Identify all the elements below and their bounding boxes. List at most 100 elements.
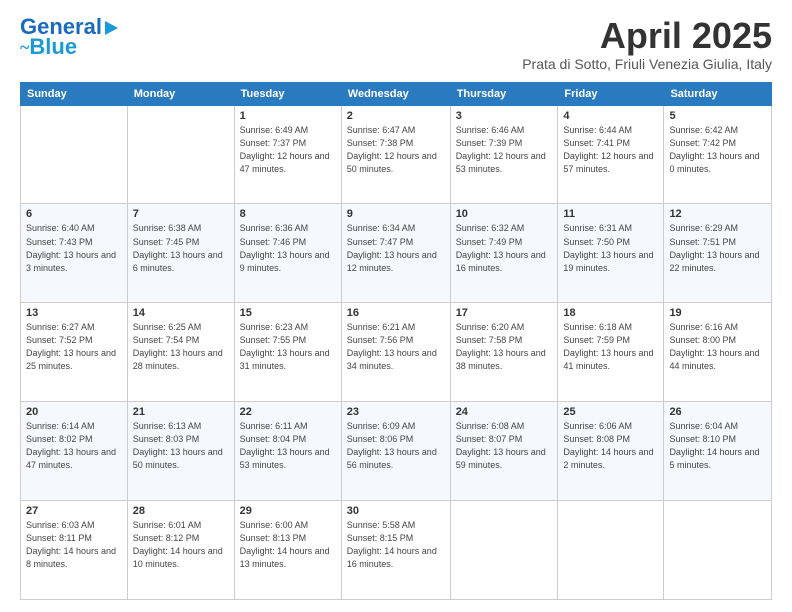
day-number: 24: [456, 406, 553, 418]
day-info: Sunrise: 6:00 AM Sunset: 8:13 PM Dayligh…: [240, 519, 336, 571]
day-info: Sunrise: 6:27 AM Sunset: 7:52 PM Dayligh…: [26, 321, 122, 373]
calendar-cell: 3 Sunrise: 6:46 AM Sunset: 7:39 PM Daylig…: [450, 105, 558, 204]
calendar-cell: 13 Sunrise: 6:27 AM Sunset: 7:52 PM Dayli…: [21, 303, 128, 402]
logo-blue-text: Blue: [29, 36, 77, 58]
day-info: Sunrise: 6:25 AM Sunset: 7:54 PM Dayligh…: [133, 321, 229, 373]
calendar-cell: 27 Sunrise: 6:03 AM Sunset: 8:11 PM Dayli…: [21, 501, 128, 600]
day-number: 21: [133, 406, 229, 418]
day-info: Sunrise: 6:14 AM Sunset: 8:02 PM Dayligh…: [26, 420, 122, 472]
calendar-cell: 2 Sunrise: 6:47 AM Sunset: 7:38 PM Daylig…: [341, 105, 450, 204]
day-number: 26: [669, 406, 766, 418]
week-row-4: 20 Sunrise: 6:14 AM Sunset: 8:02 PM Dayli…: [21, 402, 772, 501]
day-info: Sunrise: 6:32 AM Sunset: 7:49 PM Dayligh…: [456, 222, 553, 274]
day-number: 7: [133, 208, 229, 220]
day-info: Sunrise: 6:46 AM Sunset: 7:39 PM Dayligh…: [456, 124, 553, 176]
day-number: 27: [26, 505, 122, 517]
day-number: 2: [347, 110, 445, 122]
calendar-cell: 10 Sunrise: 6:32 AM Sunset: 7:49 PM Dayli…: [450, 204, 558, 303]
calendar-page: General ~ Blue April 2025 Prata di Sotto…: [0, 0, 792, 612]
day-number: 11: [563, 208, 658, 220]
title-block: April 2025 Prata di Sotto, Friuli Venezi…: [522, 16, 772, 72]
day-number: 8: [240, 208, 336, 220]
day-number: 17: [456, 307, 553, 319]
calendar-cell: 14 Sunrise: 6:25 AM Sunset: 7:54 PM Dayli…: [127, 303, 234, 402]
day-info: Sunrise: 6:49 AM Sunset: 7:37 PM Dayligh…: [240, 124, 336, 176]
day-info: Sunrise: 6:03 AM Sunset: 8:11 PM Dayligh…: [26, 519, 122, 571]
day-info: Sunrise: 6:36 AM Sunset: 7:46 PM Dayligh…: [240, 222, 336, 274]
title-month: April 2025: [522, 16, 772, 56]
header: General ~ Blue April 2025 Prata di Sotto…: [20, 16, 772, 72]
col-friday: Friday: [558, 82, 664, 105]
calendar-cell: 18 Sunrise: 6:18 AM Sunset: 7:59 PM Dayli…: [558, 303, 664, 402]
day-number: 10: [456, 208, 553, 220]
calendar-cell: 9 Sunrise: 6:34 AM Sunset: 7:47 PM Daylig…: [341, 204, 450, 303]
col-sunday: Sunday: [21, 82, 128, 105]
week-row-3: 13 Sunrise: 6:27 AM Sunset: 7:52 PM Dayli…: [21, 303, 772, 402]
day-number: 9: [347, 208, 445, 220]
day-info: Sunrise: 6:01 AM Sunset: 8:12 PM Dayligh…: [133, 519, 229, 571]
week-row-2: 6Sunrise: 6:40 AM Sunset: 7:43 PM Daylig…: [21, 204, 772, 303]
col-monday: Monday: [127, 82, 234, 105]
day-number: 1: [240, 110, 336, 122]
day-info: Sunrise: 6:40 AM Sunset: 7:43 PM Dayligh…: [26, 222, 122, 274]
day-number: 14: [133, 307, 229, 319]
calendar-cell: 25 Sunrise: 6:06 AM Sunset: 8:08 PM Dayli…: [558, 402, 664, 501]
day-number: 28: [133, 505, 229, 517]
day-number: 29: [240, 505, 336, 517]
title-location: Prata di Sotto, Friuli Venezia Giulia, I…: [522, 56, 772, 72]
day-info: Sunrise: 6:18 AM Sunset: 7:59 PM Dayligh…: [563, 321, 658, 373]
day-number: 16: [347, 307, 445, 319]
calendar-table: Sunday Monday Tuesday Wednesday Thursday…: [20, 82, 772, 600]
col-saturday: Saturday: [664, 82, 772, 105]
day-number: 19: [669, 307, 766, 319]
day-info: Sunrise: 6:21 AM Sunset: 7:56 PM Dayligh…: [347, 321, 445, 373]
day-info: Sunrise: 6:11 AM Sunset: 8:04 PM Dayligh…: [240, 420, 336, 472]
calendar-cell: 1 Sunrise: 6:49 AM Sunset: 7:37 PM Daylig…: [234, 105, 341, 204]
calendar-cell: 6Sunrise: 6:40 AM Sunset: 7:43 PM Daylig…: [21, 204, 128, 303]
calendar-cell: 16 Sunrise: 6:21 AM Sunset: 7:56 PM Dayli…: [341, 303, 450, 402]
calendar-cell: 20 Sunrise: 6:14 AM Sunset: 8:02 PM Dayli…: [21, 402, 128, 501]
day-info: Sunrise: 5:58 AM Sunset: 8:15 PM Dayligh…: [347, 519, 445, 571]
calendar-cell: 15Sunrise: 6:23 AM Sunset: 7:55 PM Dayli…: [234, 303, 341, 402]
day-info: Sunrise: 6:04 AM Sunset: 8:10 PM Dayligh…: [669, 420, 766, 472]
day-number: 13: [26, 307, 122, 319]
calendar-cell: 12 Sunrise: 6:29 AM Sunset: 7:51 PM Dayli…: [664, 204, 772, 303]
calendar-cell: 4 Sunrise: 6:44 AM Sunset: 7:41 PM Daylig…: [558, 105, 664, 204]
day-number: 30: [347, 505, 445, 517]
header-row: Sunday Monday Tuesday Wednesday Thursday…: [21, 82, 772, 105]
day-number: 12: [669, 208, 766, 220]
day-info: Sunrise: 6:34 AM Sunset: 7:47 PM Dayligh…: [347, 222, 445, 274]
calendar-cell: 26 Sunrise: 6:04 AM Sunset: 8:10 PM Dayli…: [664, 402, 772, 501]
calendar-cell: [21, 105, 128, 204]
day-info: Sunrise: 6:44 AM Sunset: 7:41 PM Dayligh…: [563, 124, 658, 176]
day-number: 20: [26, 406, 122, 418]
day-info: Sunrise: 6:31 AM Sunset: 7:50 PM Dayligh…: [563, 222, 658, 274]
col-tuesday: Tuesday: [234, 82, 341, 105]
day-number: 18: [563, 307, 658, 319]
day-number: 15: [240, 307, 336, 319]
day-number: 25: [563, 406, 658, 418]
col-wednesday: Wednesday: [341, 82, 450, 105]
calendar-cell: 21Sunrise: 6:13 AM Sunset: 8:03 PM Dayli…: [127, 402, 234, 501]
calendar-cell: [127, 105, 234, 204]
day-number: 23: [347, 406, 445, 418]
calendar-cell: 22 Sunrise: 6:11 AM Sunset: 8:04 PM Dayli…: [234, 402, 341, 501]
logo: General ~ Blue: [20, 16, 118, 58]
week-row-5: 27 Sunrise: 6:03 AM Sunset: 8:11 PM Dayli…: [21, 501, 772, 600]
calendar-cell: 28 Sunrise: 6:01 AM Sunset: 8:12 PM Dayli…: [127, 501, 234, 600]
logo-arrow-icon: [105, 21, 118, 35]
col-thursday: Thursday: [450, 82, 558, 105]
day-number: 5: [669, 110, 766, 122]
calendar-cell: 8 Sunrise: 6:36 AM Sunset: 7:46 PM Daylig…: [234, 204, 341, 303]
day-number: 3: [456, 110, 553, 122]
day-info: Sunrise: 6:29 AM Sunset: 7:51 PM Dayligh…: [669, 222, 766, 274]
day-info: Sunrise: 6:20 AM Sunset: 7:58 PM Dayligh…: [456, 321, 553, 373]
day-info: Sunrise: 6:06 AM Sunset: 8:08 PM Dayligh…: [563, 420, 658, 472]
day-number: 4: [563, 110, 658, 122]
calendar-cell: 17 Sunrise: 6:20 AM Sunset: 7:58 PM Dayli…: [450, 303, 558, 402]
calendar-cell: 23Sunrise: 6:09 AM Sunset: 8:06 PM Dayli…: [341, 402, 450, 501]
day-number: 22: [240, 406, 336, 418]
day-info: Sunrise: 6:47 AM Sunset: 7:38 PM Dayligh…: [347, 124, 445, 176]
logo-wave-icon: ~: [20, 37, 29, 58]
calendar-cell: 7Sunrise: 6:38 AM Sunset: 7:45 PM Daylig…: [127, 204, 234, 303]
